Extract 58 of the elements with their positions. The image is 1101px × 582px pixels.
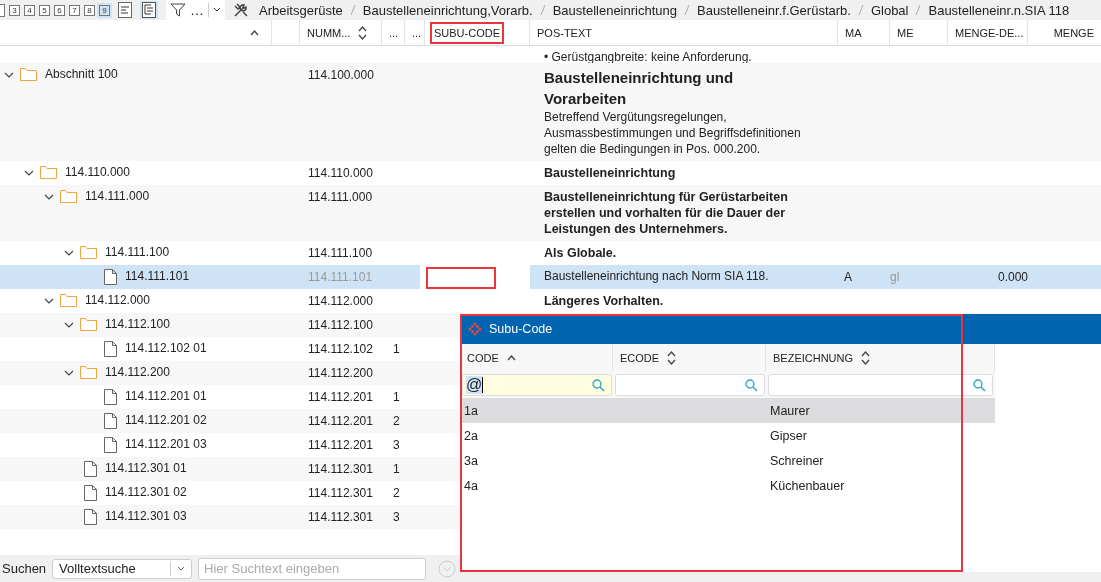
- position-index: 2: [393, 486, 400, 500]
- description-value: Gipser: [769, 428, 808, 443]
- code-value: 2a: [463, 428, 479, 443]
- unit-value: gl: [890, 270, 900, 284]
- node-label: 114.112.100: [105, 317, 170, 331]
- description-value: Küchenbauer: [769, 478, 846, 493]
- position-number: 114.111.000: [308, 190, 373, 204]
- ma-value: A: [844, 270, 852, 284]
- position-index: 2: [393, 414, 400, 428]
- node-label: 114.111.000: [85, 189, 150, 203]
- position-number: 114.112.201: [308, 414, 373, 428]
- section-heading: Baustelleneinrichtung und Vorarbeiten: [544, 68, 735, 109]
- node-label: 114.112.200: [105, 365, 170, 379]
- position-text: • Gerüstgangbreite: keine Anforderung.: [544, 50, 753, 63]
- position-index: 3: [393, 510, 400, 524]
- dialog-title: Subu-Code: [489, 322, 553, 336]
- node-label: 114.112.201 01: [125, 389, 207, 403]
- node-label: 114.112.000: [85, 293, 150, 307]
- code-value: 4a: [463, 478, 479, 493]
- position-index: 1: [393, 462, 400, 476]
- position-number: 114.112.102: [308, 342, 373, 356]
- position-title: Als Globale.: [544, 245, 618, 261]
- position-description: Betreffend Vergütungsregelungen, Ausmassbestimmungen und Begriffsdefinitionen gelten die Bedingungen in Pos. 000.200.: [544, 109, 802, 157]
- node-label: 114.111.100: [105, 245, 170, 259]
- position-index: 3: [393, 438, 400, 452]
- position-number: 114.100.000: [308, 68, 374, 82]
- code-value: 3a: [463, 453, 479, 468]
- position-title: Baustelleneinrichtung: [544, 165, 677, 181]
- position-index: 1: [393, 390, 400, 404]
- position-number: 114.111.101: [308, 270, 373, 284]
- node-label: 114.112.201 03: [125, 437, 207, 451]
- node-label: 114.112.201 02: [125, 413, 207, 427]
- position-text: Baustelleneinrichtung nach Norm SIA 118.: [544, 269, 770, 283]
- position-number: 114.112.200: [308, 366, 373, 380]
- position-number: 114.112.301: [308, 510, 373, 524]
- position-number: 114.112.000: [308, 294, 373, 308]
- position-number: 114.112.201: [308, 438, 373, 452]
- position-number: 114.112.201: [308, 390, 373, 404]
- position-number: 114.111.100: [308, 246, 373, 260]
- position-number: 114.112.301: [308, 462, 373, 476]
- position-number: 114.112.301: [308, 486, 373, 500]
- search-label: Suchen: [2, 561, 47, 576]
- node-label: 114.112.102 01: [125, 341, 207, 355]
- node-label: Abschnitt 100: [45, 67, 118, 81]
- position-number: 114.112.100: [308, 318, 373, 332]
- quantity-value: 0.000: [997, 270, 1028, 284]
- position-number: 114.110.000: [308, 166, 373, 180]
- description-value: Schreiner: [769, 453, 825, 468]
- position-title: Baustelleneinrichtung für Gerüstarbeiten erstellen und vorhalten für die Dauer der Leistungen des Unternehmers.: [544, 189, 789, 237]
- node-label: 114.112.301 03: [105, 509, 187, 523]
- position-title: Längeres Vorhalten.: [544, 293, 665, 309]
- description-value: Maurer: [769, 403, 811, 418]
- node-label: 114.112.301 01: [105, 461, 187, 475]
- node-label: 114.111.101: [125, 269, 190, 283]
- node-label: 114.112.301 02: [105, 485, 187, 499]
- code-value: 1a: [463, 403, 479, 418]
- position-index: 1: [393, 342, 400, 356]
- node-label: 114.110.000: [65, 165, 130, 179]
